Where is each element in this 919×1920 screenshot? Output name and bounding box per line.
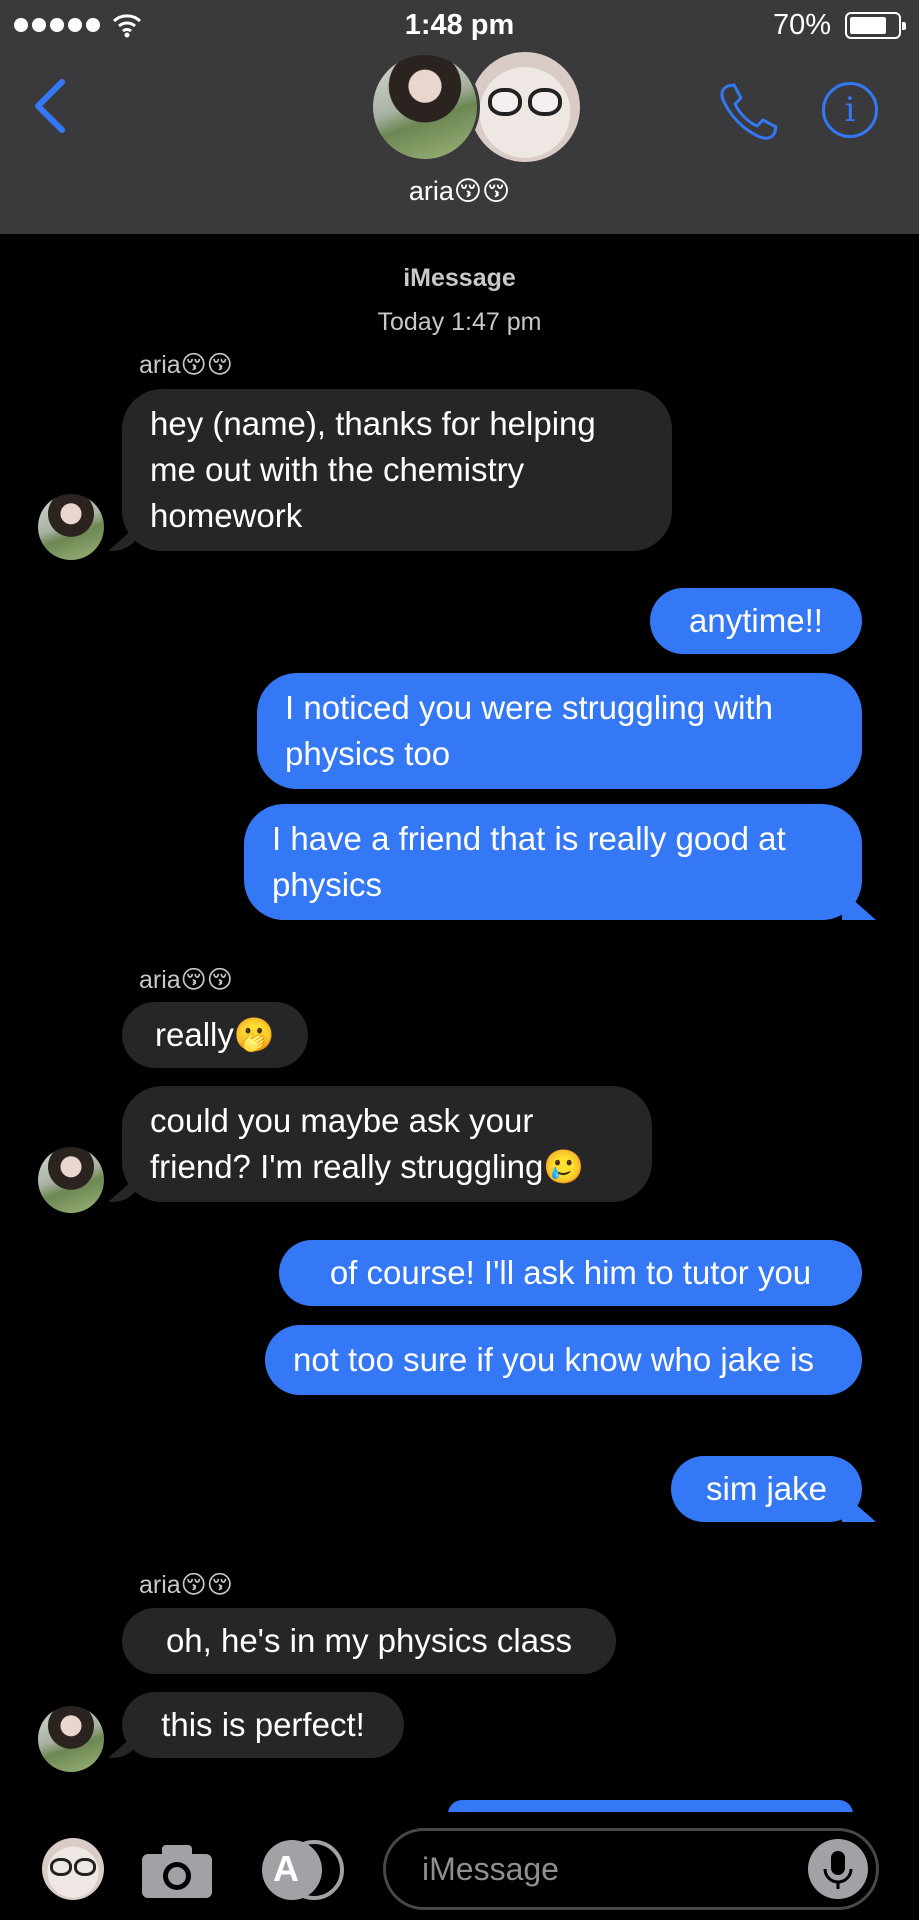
status-bar: 1:48 pm 70%	[0, 0, 919, 52]
sender-avatar[interactable]	[38, 1147, 104, 1213]
message-input-bar: A iMessage	[0, 1812, 919, 1920]
conversation-header: aria😚😚 i	[0, 52, 919, 234]
microphone-icon[interactable]	[808, 1839, 868, 1899]
camera-icon[interactable]	[140, 1842, 214, 1900]
sender-name: aria😚😚	[139, 1571, 233, 1599]
message-bubble-incoming[interactable]: this is perfect!	[122, 1692, 404, 1758]
service-label: iMessage	[403, 264, 516, 292]
message-bubble-incoming[interactable]: hey (name), thanks for helping me out wi…	[122, 389, 672, 551]
message-bubble-outgoing[interactable]: of course! I'll ask him to tutor you	[279, 1240, 862, 1306]
sender-avatar[interactable]	[38, 1706, 104, 1772]
group-avatar-person[interactable]	[370, 52, 480, 162]
sender-avatar[interactable]	[38, 494, 104, 560]
battery-icon	[845, 12, 906, 39]
sender-name: aria😚😚	[139, 966, 233, 994]
message-bubble-outgoing[interactable]: I noticed you were struggling with physi…	[257, 673, 862, 789]
group-name[interactable]: aria😚😚	[0, 176, 919, 207]
message-bubble-incoming[interactable]: oh, he's in my physics class	[122, 1608, 616, 1674]
message-bubble-outgoing[interactable]: I have a friend that is really good at p…	[244, 804, 862, 920]
group-avatar-cat[interactable]	[470, 52, 580, 162]
message-bubble-outgoing[interactable]: not too sure if you know who jake is	[265, 1325, 862, 1395]
phone-icon[interactable]	[718, 80, 780, 142]
message-text-field[interactable]: iMessage	[383, 1828, 879, 1910]
app-store-icon[interactable]: A	[262, 1840, 346, 1900]
message-bubble-outgoing[interactable]: sim jake	[671, 1456, 862, 1522]
memoji-avatar-button[interactable]	[42, 1838, 104, 1900]
back-chevron-icon[interactable]	[30, 78, 72, 134]
message-bubble-incoming[interactable]: could you maybe ask your friend? I'm rea…	[122, 1086, 652, 1202]
message-placeholder: iMessage	[422, 1851, 559, 1887]
battery-percent: 70%	[772, 9, 831, 41]
info-icon[interactable]: i	[822, 82, 878, 138]
message-bubble-outgoing[interactable]: anytime!!	[650, 588, 862, 654]
sender-name: aria😚😚	[139, 351, 233, 379]
message-bubble-incoming[interactable]: really🫢	[122, 1002, 308, 1068]
thread-timestamp: Today 1:47 pm	[377, 308, 542, 336]
